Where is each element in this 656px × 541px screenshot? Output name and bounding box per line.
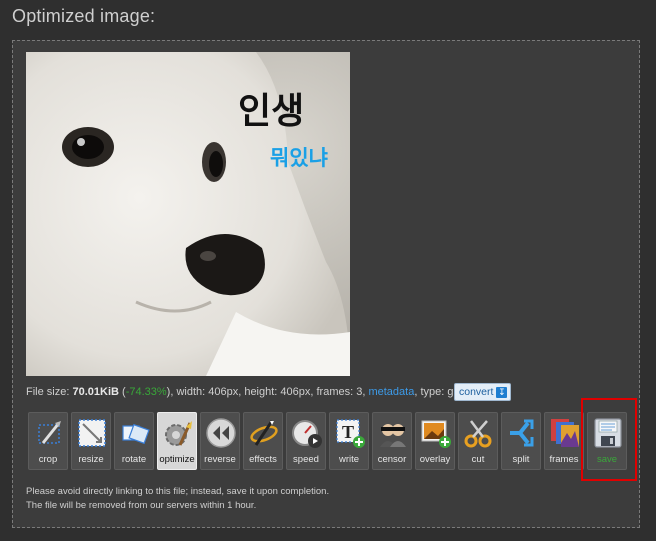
- tool-label: optimize: [159, 454, 195, 465]
- reverse-icon: [206, 418, 236, 448]
- write-button[interactable]: T write: [329, 412, 369, 470]
- rotate-icon: [122, 423, 150, 445]
- crop-icon: [38, 421, 61, 444]
- crop-button[interactable]: crop: [28, 412, 68, 470]
- overlay-button[interactable]: overlay: [415, 412, 455, 470]
- paren-open: (: [118, 386, 126, 398]
- page-title: Optimized image:: [12, 6, 156, 26]
- tool-label: crop: [38, 454, 58, 465]
- split-icon: [510, 419, 534, 447]
- metadata-link[interactable]: metadata: [368, 386, 414, 398]
- cut-icon: [464, 420, 492, 448]
- cut-button[interactable]: cut: [458, 412, 498, 470]
- notice-line-2: The file will be removed from our server…: [26, 500, 257, 511]
- tool-label: write: [338, 454, 360, 465]
- size-reduction-percent: -74.33%: [125, 386, 167, 398]
- frames-icon: [551, 419, 579, 447]
- convert-button[interactable]: convert ↧: [454, 383, 512, 401]
- dimensions-text: ), width: 406px, height: 406px, frames: …: [166, 386, 369, 398]
- convert-label: convert: [459, 386, 494, 398]
- file-info: File size: 70.01KiB (-74.33%), width: 40…: [26, 386, 459, 398]
- speed-button[interactable]: speed: [286, 412, 326, 470]
- svg-text:T: T: [342, 422, 354, 442]
- frames-button[interactable]: frames: [544, 412, 584, 470]
- optimize-button[interactable]: optimize: [157, 412, 197, 470]
- file-size-value: 70.01KiB: [72, 386, 119, 398]
- tool-label: rotate: [121, 454, 147, 465]
- speed-icon: [292, 420, 322, 448]
- overlay-icon: [421, 420, 451, 448]
- save-highlight-box: [581, 398, 637, 481]
- effects-button[interactable]: effects: [243, 412, 283, 470]
- rotate-button[interactable]: rotate: [114, 412, 154, 470]
- file-size-label: File size:: [26, 386, 73, 398]
- tool-label: frames: [549, 454, 579, 465]
- tool-label: reverse: [204, 454, 236, 465]
- censor-icon: [380, 424, 406, 447]
- tool-label: cut: [471, 454, 485, 465]
- tool-label: resize: [78, 454, 104, 465]
- write-icon: T: [336, 419, 365, 448]
- file-type-text: , type: gif: [414, 386, 459, 398]
- image-caption-secondary: 뭐있냐: [270, 146, 328, 170]
- split-button[interactable]: split: [501, 412, 541, 470]
- optimized-image[interactable]: 인생 뭐있냐: [26, 52, 350, 376]
- tool-label: speed: [293, 454, 319, 465]
- optimize-icon: [165, 421, 192, 446]
- resize-button[interactable]: resize: [71, 412, 111, 470]
- tool-label: overlay: [419, 454, 451, 465]
- tool-label: censor: [377, 454, 407, 465]
- reverse-button[interactable]: reverse: [200, 412, 240, 470]
- image-caption-primary: 인생: [238, 91, 305, 132]
- tool-label: split: [512, 454, 530, 465]
- download-icon: ↧: [496, 386, 508, 398]
- censor-button[interactable]: censor: [372, 412, 412, 470]
- resize-icon: [78, 419, 106, 447]
- effects-icon: [250, 420, 278, 446]
- notice-line-1: Please avoid directly linking to this fi…: [26, 486, 330, 497]
- tool-label: effects: [249, 454, 277, 465]
